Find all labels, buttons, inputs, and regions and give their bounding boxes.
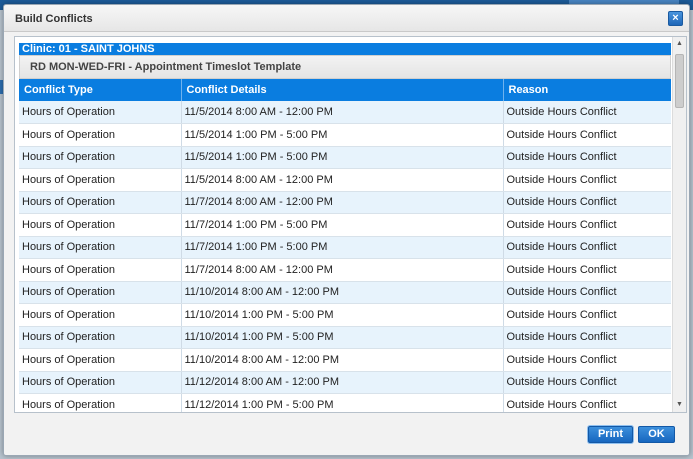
cell-reason: Outside Hours Conflict <box>503 303 671 327</box>
table-row[interactable]: Hours of Operation 11/7/2014 8:00 AM - 12… <box>19 258 671 282</box>
cell-conflict-type: Hours of Operation <box>19 371 182 394</box>
scroll-up-icon[interactable]: ▲ <box>673 37 686 51</box>
cell-reason: Outside Hours Conflict <box>503 213 671 237</box>
cell-reason: Outside Hours Conflict <box>503 281 671 304</box>
cell-reason: Outside Hours Conflict <box>503 371 671 394</box>
cell-conflict-details: 11/7/2014 1:00 PM - 5:00 PM <box>181 236 504 259</box>
cell-conflict-type: Hours of Operation <box>19 281 182 304</box>
cell-conflict-type: Hours of Operation <box>19 101 182 124</box>
table-row[interactable]: Hours of Operation 11/7/2014 8:00 AM - 12… <box>19 191 671 214</box>
scroll-down-icon[interactable]: ▼ <box>673 398 686 412</box>
cell-conflict-type: Hours of Operation <box>19 303 182 327</box>
cell-conflict-details: 11/10/2014 8:00 AM - 12:00 PM <box>181 348 504 372</box>
cell-conflict-type: Hours of Operation <box>19 236 182 259</box>
table-row[interactable]: Hours of Operation 11/5/2014 1:00 PM - 5:… <box>19 123 671 147</box>
table-row[interactable]: Hours of Operation 11/10/2014 1:00 PM - 5… <box>19 326 671 349</box>
conflicts-scroll-area[interactable]: Clinic: 01 - SAINT JOHNS RD MON-WED-FRI … <box>15 37 673 412</box>
vertical-scrollbar[interactable]: ▲ ▼ <box>672 37 686 412</box>
cell-reason: Outside Hours Conflict <box>503 123 671 147</box>
table-row[interactable]: Hours of Operation 11/7/2014 1:00 PM - 5:… <box>19 213 671 237</box>
cell-conflict-details: 11/12/2014 8:00 AM - 12:00 PM <box>181 371 504 394</box>
cell-conflict-details: 11/7/2014 1:00 PM - 5:00 PM <box>181 213 504 237</box>
conflicts-table: Conflict Type Conflict Details Reason Ho… <box>19 79 671 412</box>
template-header: RD MON-WED-FRI - Appointment Timeslot Te… <box>19 55 671 79</box>
conflicts-panel: Clinic: 01 - SAINT JOHNS RD MON-WED-FRI … <box>14 36 687 413</box>
table-row[interactable]: Hours of Operation 11/12/2014 8:00 AM - 1… <box>19 371 671 394</box>
cell-conflict-details: 11/5/2014 8:00 AM - 12:00 PM <box>181 168 504 192</box>
print-button[interactable]: Print <box>588 426 633 443</box>
cell-conflict-type: Hours of Operation <box>19 258 182 282</box>
table-row[interactable]: Hours of Operation 11/5/2014 8:00 AM - 12… <box>19 168 671 192</box>
scrollbar-thumb[interactable] <box>675 54 684 108</box>
cell-conflict-type: Hours of Operation <box>19 146 182 169</box>
cell-reason: Outside Hours Conflict <box>503 236 671 259</box>
column-header-reason[interactable]: Reason <box>503 79 671 101</box>
cell-conflict-type: Hours of Operation <box>19 123 182 147</box>
table-row[interactable]: Hours of Operation 11/5/2014 8:00 AM - 12… <box>19 101 671 124</box>
cell-reason: Outside Hours Conflict <box>503 168 671 192</box>
cell-reason: Outside Hours Conflict <box>503 191 671 214</box>
cell-conflict-details: 11/10/2014 1:00 PM - 5:00 PM <box>181 303 504 327</box>
cell-conflict-details: 11/10/2014 8:00 AM - 12:00 PM <box>181 281 504 304</box>
dialog-footer: Print OK <box>4 417 689 455</box>
cell-conflict-type: Hours of Operation <box>19 348 182 372</box>
dialog-title: Build Conflicts <box>15 13 93 25</box>
table-row[interactable]: Hours of Operation 11/10/2014 8:00 AM - 1… <box>19 281 671 304</box>
cell-conflict-details: 11/5/2014 1:00 PM - 5:00 PM <box>181 146 504 169</box>
cell-reason: Outside Hours Conflict <box>503 101 671 124</box>
cell-conflict-type: Hours of Operation <box>19 213 182 237</box>
cell-conflict-type: Hours of Operation <box>19 168 182 192</box>
table-row[interactable]: Hours of Operation 11/10/2014 8:00 AM - 1… <box>19 348 671 372</box>
cell-conflict-details: 11/10/2014 1:00 PM - 5:00 PM <box>181 326 504 349</box>
cell-conflict-type: Hours of Operation <box>19 191 182 214</box>
close-icon[interactable]: × <box>668 11 683 26</box>
table-row[interactable]: Hours of Operation 11/7/2014 1:00 PM - 5:… <box>19 236 671 259</box>
cell-reason: Outside Hours Conflict <box>503 348 671 372</box>
table-row[interactable]: Hours of Operation 11/10/2014 1:00 PM - 5… <box>19 303 671 327</box>
cell-reason: Outside Hours Conflict <box>503 146 671 169</box>
clinic-header: Clinic: 01 - SAINT JOHNS <box>19 43 671 55</box>
cell-reason: Outside Hours Conflict <box>503 393 671 412</box>
column-header-conflict-details[interactable]: Conflict Details <box>181 79 504 101</box>
column-header-conflict-type[interactable]: Conflict Type <box>19 79 182 101</box>
build-conflicts-dialog: Build Conflicts × Clinic: 01 - SAINT JOH… <box>3 4 690 456</box>
ok-button[interactable]: OK <box>638 426 675 443</box>
table-row[interactable]: Hours of Operation 11/5/2014 1:00 PM - 5:… <box>19 146 671 169</box>
cell-conflict-details: 11/5/2014 8:00 AM - 12:00 PM <box>181 101 504 124</box>
table-row[interactable]: Hours of Operation 11/12/2014 1:00 PM - 5… <box>19 393 671 412</box>
dialog-titlebar: Build Conflicts × <box>4 5 689 32</box>
cell-reason: Outside Hours Conflict <box>503 326 671 349</box>
cell-conflict-details: 11/5/2014 1:00 PM - 5:00 PM <box>181 123 504 147</box>
cell-conflict-details: 11/12/2014 1:00 PM - 5:00 PM <box>181 393 504 412</box>
table-header-row: Conflict Type Conflict Details Reason <box>19 79 671 101</box>
cell-conflict-type: Hours of Operation <box>19 393 182 412</box>
cell-reason: Outside Hours Conflict <box>503 258 671 282</box>
cell-conflict-details: 11/7/2014 8:00 AM - 12:00 PM <box>181 191 504 214</box>
cell-conflict-type: Hours of Operation <box>19 326 182 349</box>
cell-conflict-details: 11/7/2014 8:00 AM - 12:00 PM <box>181 258 504 282</box>
